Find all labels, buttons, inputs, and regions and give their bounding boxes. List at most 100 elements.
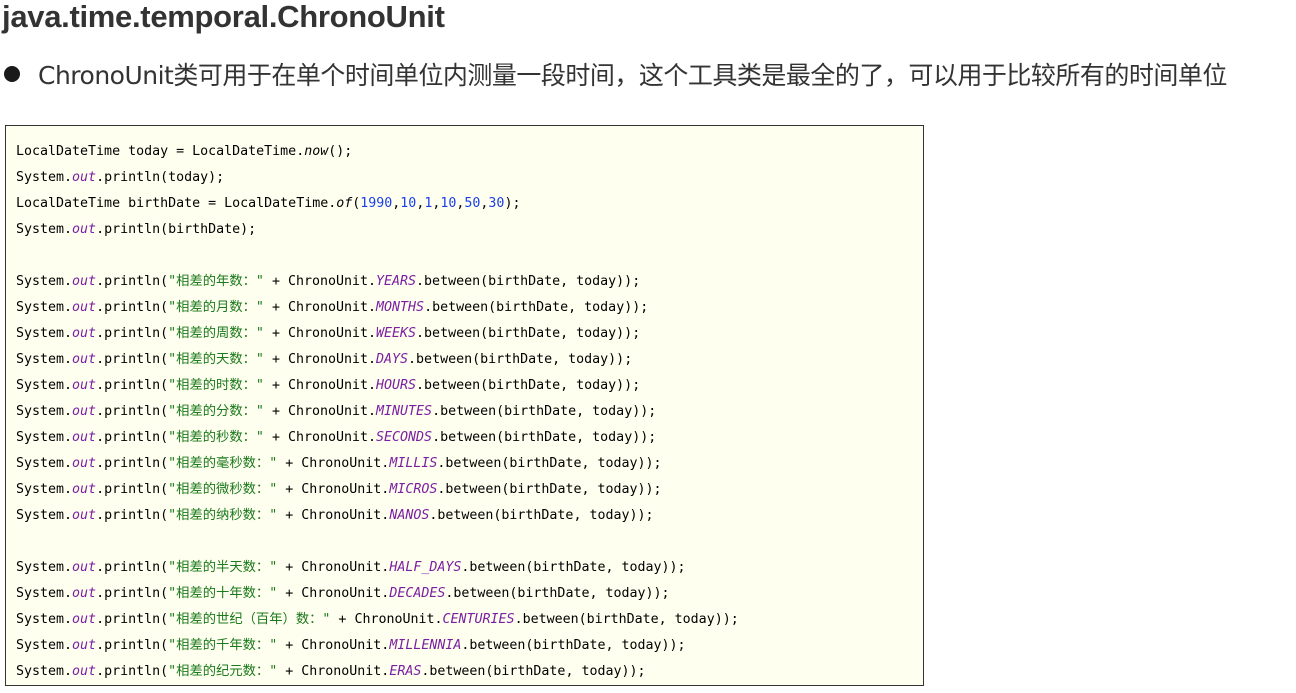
code-line: System.out.println(birthDate); (16, 217, 923, 243)
code-number-token: 50 (464, 196, 481, 211)
code-token: (); (328, 144, 353, 159)
code-line: System.out.println(today); (16, 165, 923, 191)
code-token: LocalDateTime today = LocalDateTime. (16, 144, 305, 159)
code-token: .println( (96, 378, 169, 393)
code-string-token: "相差的年数：" (168, 274, 264, 289)
code-token: System. (16, 352, 73, 367)
code-token: .println( (96, 456, 169, 471)
code-string-token: "相差的半天数：" (168, 560, 278, 575)
code-method-token: now (304, 144, 329, 159)
code-token: .between(birthDate, today)); (461, 560, 686, 575)
code-token: .println( (96, 508, 169, 523)
code-token: .between(birthDate, today)); (432, 430, 657, 445)
code-token: .println( (96, 430, 169, 445)
code-line: System.out.println("相差的半天数：" + ChronoUni… (16, 555, 923, 581)
code-token: + ChronoUnit. (277, 508, 390, 523)
code-field-token: MILLIS (389, 456, 438, 471)
code-token: + ChronoUnit. (263, 404, 377, 419)
bullet-text: ChronoUnit类可用于在单个时间单位内测量一段时间，这个工具类是最全的了，… (38, 61, 1227, 90)
code-token: .println( (96, 404, 169, 419)
code-line: System.out.println("相差的时数：" + ChronoUnit… (16, 373, 923, 399)
code-token: .between(birthDate, today)); (424, 300, 649, 315)
code-line: System.out.println("相差的分数：" + ChronoUnit… (16, 399, 923, 425)
code-token: + ChronoUnit. (330, 612, 443, 627)
code-field-token: out (72, 170, 97, 185)
code-field-token: out (72, 378, 97, 393)
code-method-token: of (336, 196, 353, 211)
code-line: System.out.println("相差的月数：" + ChronoUnit… (16, 295, 923, 321)
code-token: .between(birthDate, today)); (416, 274, 641, 289)
code-token: .println( (96, 664, 169, 679)
code-number-token: 30 (488, 196, 505, 211)
code-token: + ChronoUnit. (263, 274, 377, 289)
code-token: LocalDateTime birthDate = LocalDateTime. (16, 196, 337, 211)
code-token: System. (16, 482, 73, 497)
code-token: System. (16, 378, 73, 393)
code-token: System. (16, 326, 73, 341)
code-field-token: NANOS (389, 508, 430, 523)
code-token: + ChronoUnit. (277, 560, 390, 575)
code-field-token: out (72, 482, 97, 497)
code-string-token: "相差的毫秒数：" (168, 456, 278, 471)
code-field-token: MONTHS (376, 300, 425, 315)
code-field-token: MILLENNIA (389, 638, 462, 653)
code-line: System.out.println("相差的微秒数：" + ChronoUni… (16, 477, 923, 503)
bullet-point: ChronoUnit类可用于在单个时间单位内测量一段时间，这个工具类是最全的了，… (4, 56, 1227, 92)
code-token: .between(birthDate, today)); (514, 612, 739, 627)
code-number-token: 10 (440, 196, 457, 211)
code-token: .println(today); (96, 170, 225, 185)
code-token: System. (16, 664, 73, 679)
code-field-token: out (72, 664, 97, 679)
code-line: System.out.println("相差的年数：" + ChronoUnit… (16, 269, 923, 295)
code-token: .between(birthDate, today)); (445, 586, 670, 601)
code-string-token: "相差的周数：" (168, 326, 264, 341)
code-string-token: "相差的千年数：" (168, 638, 278, 653)
code-string-token: "相差的世纪（百年）数：" (168, 612, 331, 627)
code-number-token: 1990 (360, 196, 393, 211)
code-token: System. (16, 222, 73, 237)
code-field-token: CENTURIES (442, 612, 515, 627)
code-line: System.out.println("相差的毫秒数：" + ChronoUni… (16, 451, 923, 477)
code-token: .println( (96, 612, 169, 627)
code-token: .println( (96, 638, 169, 653)
code-token: ); (504, 196, 521, 211)
code-field-token: HALF_DAYS (389, 560, 462, 575)
code-token: .between(birthDate, today)); (416, 378, 641, 393)
code-line: System.out.println("相差的十年数：" + ChronoUni… (16, 581, 923, 607)
code-field-token: out (72, 612, 97, 627)
code-field-token: out (72, 560, 97, 575)
code-line: System.out.println("相差的纳秒数：" + ChronoUni… (16, 503, 923, 529)
code-token: .between(birthDate, today)); (437, 456, 662, 471)
code-token: + ChronoUnit. (263, 300, 377, 315)
code-field-token: MINUTES (376, 404, 433, 419)
code-token: .println( (96, 560, 169, 575)
bullet-dot-icon (4, 66, 20, 82)
code-field-token: out (72, 300, 97, 315)
code-token: System. (16, 300, 73, 315)
code-field-token: out (72, 404, 97, 419)
code-field-token: out (72, 638, 97, 653)
code-token: .between(birthDate, today)); (408, 352, 633, 367)
code-string-token: "相差的时数：" (168, 378, 264, 393)
code-token: System. (16, 612, 73, 627)
code-token: .println( (96, 274, 169, 289)
code-field-token: out (72, 456, 97, 471)
code-token: System. (16, 508, 73, 523)
code-token: + ChronoUnit. (277, 664, 390, 679)
code-token: .between(birthDate, today)); (421, 664, 646, 679)
page-title: java.time.temporal.ChronoUnit (2, 0, 445, 34)
code-line: System.out.println("相差的千年数：" + ChronoUni… (16, 633, 923, 659)
code-field-token: out (72, 586, 97, 601)
code-line: System.out.println("相差的天数：" + ChronoUnit… (16, 347, 923, 373)
code-token: .println( (96, 352, 169, 367)
code-token: + ChronoUnit. (263, 378, 377, 393)
code-field-token: out (72, 508, 97, 523)
code-line: System.out.println("相差的周数：" + ChronoUnit… (16, 321, 923, 347)
code-token: System. (16, 170, 73, 185)
code-token: + ChronoUnit. (263, 352, 377, 367)
code-token: .println(birthDate); (96, 222, 257, 237)
code-field-token: out (72, 352, 97, 367)
code-token: System. (16, 274, 73, 289)
code-token: .between(birthDate, today)); (432, 404, 657, 419)
code-token: .between(birthDate, today)); (437, 482, 662, 497)
